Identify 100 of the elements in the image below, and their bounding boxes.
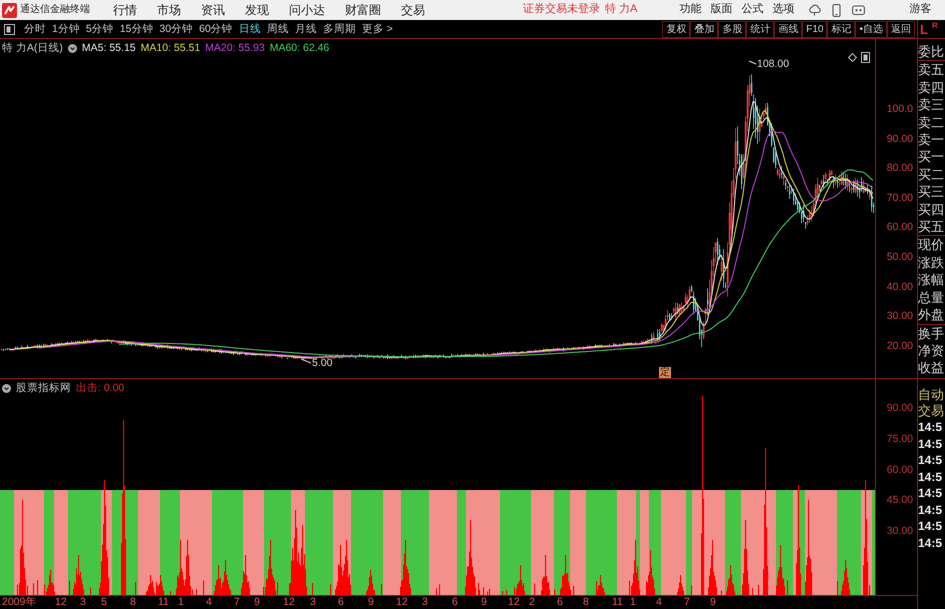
tool-menu-item[interactable]: 版面 [710, 3, 732, 17]
moving-average-value: MA10: 55.51 [140, 42, 200, 55]
trade-time: 14:5 [918, 518, 944, 534]
date-axis-label: 2 [529, 596, 535, 609]
low-price-label: 5.00 [312, 357, 332, 370]
date-axis-label: 12 [283, 596, 295, 609]
axis-label: 20.00 [886, 340, 913, 352]
date-axis-label: 3 [80, 596, 86, 609]
trade-time: 14:5 [918, 436, 944, 452]
date-axis-label: 9 [254, 596, 260, 609]
period-tab[interactable]: 30分钟 [159, 22, 194, 36]
menu-item[interactable]: 资讯 [201, 2, 225, 18]
quote-field-label: 涨幅 [918, 271, 945, 289]
date-axis-label: 12 [396, 596, 408, 609]
trade-time: 14:5 [918, 468, 944, 485]
quote-field-label: 委比 [918, 43, 945, 60]
menu-item[interactable]: 问小达 [289, 2, 325, 18]
sidebar-tab[interactable]: L [920, 21, 928, 38]
axis-label: 60.00 [886, 464, 913, 476]
date-axis-label: 7 [684, 596, 690, 609]
toolbar-button[interactable]: 复权 [662, 20, 690, 38]
menu-item[interactable]: 交易 [401, 2, 425, 18]
panel-icon[interactable] [4, 24, 15, 34]
menu-item[interactable]: 市场 [157, 2, 181, 18]
chevron-circle-icon[interactable] [2, 384, 11, 393]
date-axis-label: 9 [481, 596, 487, 609]
sidebar-tab[interactable]: R [932, 21, 938, 30]
trade-time: 14:5 [918, 502, 944, 518]
toolbar-button[interactable]: 标记 [827, 20, 856, 38]
period-tab[interactable]: 1分钟 [52, 22, 80, 36]
tool-menu-item[interactable]: 功能 [679, 3, 702, 17]
toolbar-button[interactable]: 画线 [774, 20, 802, 38]
quote-field-label: 涨跌 [918, 254, 945, 272]
quote-field-label: 买二 [918, 166, 945, 184]
quote-field-label: 换手 [918, 324, 945, 342]
axis-label: 45.00 [886, 494, 913, 506]
date-axis-label: 12 [508, 596, 520, 609]
stock-name: 特 力A [605, 3, 638, 17]
menu-item[interactable]: 财富圈 [345, 2, 381, 18]
toolbar-button[interactable]: F10 [802, 20, 828, 38]
date-axis-label: 3 [422, 596, 428, 609]
quote-field-label: 买四 [918, 200, 945, 218]
cloud-icon[interactable] [808, 4, 822, 16]
user-link[interactable]: 游客 [909, 3, 932, 17]
toolbar-button[interactable]: 统计 [746, 20, 774, 38]
high-price-label: 108.00 [757, 58, 790, 71]
quote-field-label: 卖四 [918, 78, 945, 96]
period-tab[interactable]: 周线 [266, 22, 289, 36]
menu-item[interactable]: 行情 [113, 2, 137, 18]
quote-field-label: 现价 [918, 236, 945, 254]
toolbar-button[interactable]: 多股 [718, 20, 746, 38]
date-axis-label: 1 [178, 596, 184, 609]
quote-field-label: 收益 [918, 359, 945, 377]
more-button[interactable]: 更多 > [362, 22, 393, 36]
period-tab[interactable]: 15分钟 [120, 22, 154, 36]
moving-average-value: MA60: 62.46 [270, 42, 330, 55]
tool-menu-item[interactable]: 公式 [741, 3, 764, 17]
window-icon[interactable] [861, 52, 870, 63]
chevron-circle-icon[interactable] [68, 44, 77, 53]
trade-time: 14:5 [918, 419, 944, 436]
axis-label: 50.00 [886, 250, 913, 263]
date-axis-label: 11 [612, 596, 623, 609]
period-tab[interactable]: 分时 [24, 22, 46, 36]
quote-field-label: 净资 [918, 342, 945, 360]
date-axis-label: 9 [368, 596, 374, 609]
phone-icon[interactable] [832, 4, 842, 16]
period-tab[interactable]: 日线 [238, 22, 261, 36]
axis-label: 90.00 [886, 132, 913, 145]
chart-title: 特 力A(日线) [2, 42, 63, 55]
date-axis-label: 3 [310, 596, 316, 609]
date-axis-label: 8 [130, 596, 136, 609]
toolbar-button[interactable]: 叠加 [690, 20, 718, 38]
date-axis-label: 6 [452, 596, 458, 609]
quote-field-label: 买一 [918, 148, 945, 166]
toolbar-button[interactable]: •自选 [855, 20, 887, 38]
menu-item[interactable]: 发现 [245, 2, 269, 18]
quote-field-label: 总量 [918, 288, 945, 306]
auto-trade-label[interactable]: 自动交易 [918, 387, 945, 419]
date-axis-label: 6 [338, 596, 344, 609]
message-icon[interactable] [852, 4, 866, 16]
quote-field-label: 买五 [918, 218, 945, 236]
period-tab[interactable]: 5分钟 [86, 22, 114, 36]
period-tab[interactable]: 60分钟 [199, 22, 233, 36]
login-status[interactable]: 证券交易未登录 [523, 3, 600, 17]
date-axis-label: 12 [55, 596, 67, 609]
date-axis-label: 4 [656, 596, 662, 609]
app-logo-icon[interactable] [2, 2, 17, 18]
trade-time: 14:5 [918, 534, 944, 551]
quote-field-label: 买三 [918, 183, 945, 201]
moving-average-value: MA20: 55.93 [205, 42, 265, 55]
period-tab[interactable]: 多周期 [322, 22, 356, 36]
period-tab[interactable]: 月线 [294, 22, 317, 36]
tool-menu-item[interactable]: 选项 [772, 3, 794, 17]
axis-label: 80.00 [886, 162, 913, 174]
trade-time: 14:5 [918, 452, 944, 468]
date-axis-label: 4 [206, 596, 212, 609]
diamond-icon[interactable] [848, 53, 857, 62]
toolbar-button[interactable]: 返回 [887, 20, 915, 38]
date-axis-label: 5 [101, 596, 107, 609]
quote-field-label: 卖五 [918, 61, 945, 79]
